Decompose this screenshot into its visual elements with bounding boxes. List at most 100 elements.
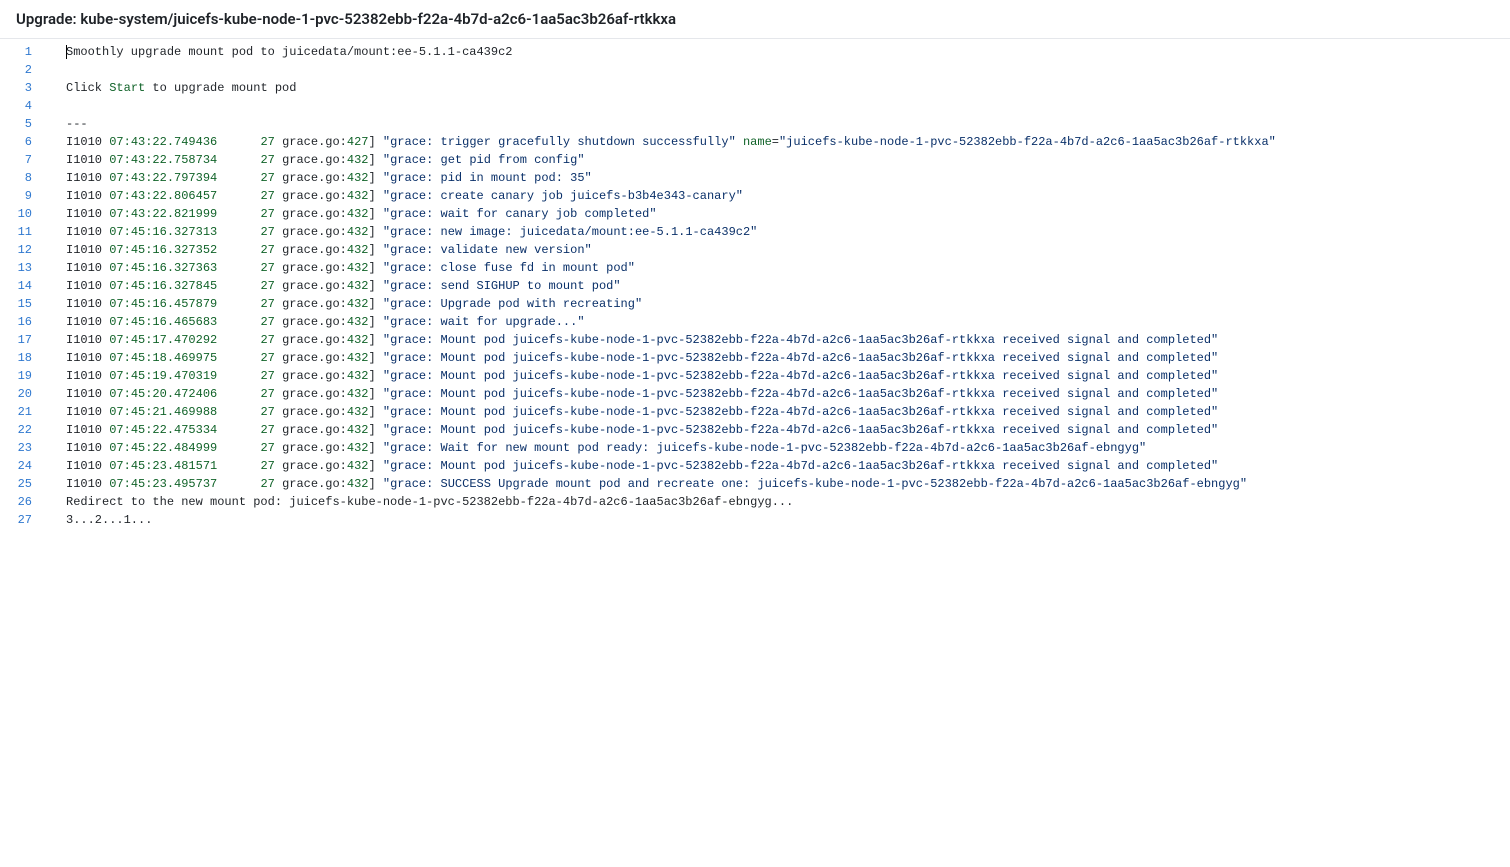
log-token: I1010 — [66, 441, 109, 455]
log-token: "grace: Mount pod juicefs-kube-node-1-pv… — [383, 423, 1218, 437]
line-number: 13 — [0, 259, 46, 277]
log-token: "grace: Mount pod juicefs-kube-node-1-pv… — [383, 351, 1218, 365]
log-token: 07:43:22.797394 — [109, 171, 217, 185]
log-token: 432 — [347, 297, 369, 311]
log-token: 432 — [347, 387, 369, 401]
log-token: ] — [369, 477, 383, 491]
log-line: I1010 07:45:19.470319 27 grace.go:432] "… — [66, 367, 1510, 385]
log-token: 07:43:22.806457 — [109, 189, 217, 203]
log-token: grace.go: — [275, 315, 347, 329]
log-token: ] — [369, 171, 383, 185]
log-token — [217, 387, 260, 401]
log-line: I1010 07:45:16.327313 27 grace.go:432] "… — [66, 223, 1510, 241]
line-number: 4 — [0, 97, 46, 115]
log-token: "grace: close fuse fd in mount pod" — [383, 261, 635, 275]
log-token — [217, 279, 260, 293]
log-token: grace.go: — [275, 333, 347, 347]
line-number: 11 — [0, 223, 46, 241]
log-token: 432 — [347, 459, 369, 473]
log-token: I1010 — [66, 351, 109, 365]
log-line: I1010 07:43:22.821999 27 grace.go:432] "… — [66, 205, 1510, 223]
log-token: I1010 — [66, 405, 109, 419]
log-token: ] — [369, 351, 383, 365]
log-token: 27 — [260, 423, 274, 437]
line-number: 3 — [0, 79, 46, 97]
log-token: 432 — [347, 423, 369, 437]
log-token: 27 — [260, 225, 274, 239]
log-token: 27 — [260, 459, 274, 473]
log-token: ] — [369, 153, 383, 167]
log-token: I1010 — [66, 459, 109, 473]
log-token: grace.go: — [275, 423, 347, 437]
log-line: Smoothly upgrade mount pod to juicedata/… — [66, 43, 1510, 61]
log-token: 432 — [347, 441, 369, 455]
log-token — [217, 423, 260, 437]
log-lines: Smoothly upgrade mount pod to juicedata/… — [46, 39, 1510, 533]
log-token: 27 — [260, 171, 274, 185]
line-number-gutter: 1234567891011121314151617181920212223242… — [0, 39, 46, 533]
log-token: "grace: Mount pod juicefs-kube-node-1-pv… — [383, 369, 1218, 383]
line-number: 14 — [0, 277, 46, 295]
log-token: 27 — [260, 333, 274, 347]
log-token — [217, 297, 260, 311]
log-token: 27 — [260, 279, 274, 293]
log-token: 27 — [260, 369, 274, 383]
log-line: I1010 07:43:22.749436 27 grace.go:427] "… — [66, 133, 1510, 151]
log-line: I1010 07:43:22.806457 27 grace.go:432] "… — [66, 187, 1510, 205]
log-token — [217, 351, 260, 365]
log-line: I1010 07:45:18.469975 27 grace.go:432] "… — [66, 349, 1510, 367]
log-token: "grace: get pid from config" — [383, 153, 585, 167]
log-line: I1010 07:45:16.457879 27 grace.go:432] "… — [66, 295, 1510, 313]
log-token: grace.go: — [275, 387, 347, 401]
log-token: "grace: Mount pod juicefs-kube-node-1-pv… — [383, 333, 1218, 347]
log-token: 27 — [260, 189, 274, 203]
log-token: 07:45:20.472406 — [109, 387, 217, 401]
log-token — [217, 225, 260, 239]
log-token: 432 — [347, 153, 369, 167]
log-token: 432 — [347, 405, 369, 419]
log-line: I1010 07:45:20.472406 27 grace.go:432] "… — [66, 385, 1510, 403]
log-editor[interactable]: 1234567891011121314151617181920212223242… — [0, 39, 1510, 533]
log-token: ] — [369, 279, 383, 293]
log-line: I1010 07:45:23.481571 27 grace.go:432] "… — [66, 457, 1510, 475]
log-token: grace.go: — [275, 351, 347, 365]
line-number: 19 — [0, 367, 46, 385]
log-token: I1010 — [66, 135, 109, 149]
log-token — [217, 369, 260, 383]
log-token: 432 — [347, 225, 369, 239]
log-line: I1010 07:45:21.469988 27 grace.go:432] "… — [66, 403, 1510, 421]
log-token: "grace: Mount pod juicefs-kube-node-1-pv… — [383, 405, 1218, 419]
log-token: ] — [369, 207, 383, 221]
log-token: I1010 — [66, 171, 109, 185]
log-token: "grace: create canary job juicefs-b3b4e3… — [383, 189, 743, 203]
line-number: 21 — [0, 403, 46, 421]
line-number: 12 — [0, 241, 46, 259]
line-number: 5 — [0, 115, 46, 133]
log-token: 27 — [260, 297, 274, 311]
log-token: 432 — [347, 189, 369, 203]
log-token: 27 — [260, 405, 274, 419]
log-token: "grace: pid in mount pod: 35" — [383, 171, 592, 185]
log-token: ] — [369, 405, 383, 419]
log-line — [66, 97, 1510, 115]
log-token: ] — [369, 135, 383, 149]
log-token: 07:45:16.327313 — [109, 225, 217, 239]
log-token: grace.go: — [275, 279, 347, 293]
line-number: 2 — [0, 61, 46, 79]
line-number: 26 — [0, 493, 46, 511]
log-token: 432 — [347, 369, 369, 383]
log-token: I1010 — [66, 477, 109, 491]
log-token: I1010 — [66, 225, 109, 239]
log-token: 27 — [260, 441, 274, 455]
log-token: 07:45:16.327845 — [109, 279, 217, 293]
log-token: grace.go: — [275, 153, 347, 167]
log-token — [217, 477, 260, 491]
log-token: grace.go: — [275, 171, 347, 185]
log-token: 27 — [260, 153, 274, 167]
line-number: 1 — [0, 43, 46, 61]
log-token: grace.go: — [275, 477, 347, 491]
log-token: 27 — [260, 315, 274, 329]
log-token: I1010 — [66, 279, 109, 293]
log-token: 07:45:23.495737 — [109, 477, 217, 491]
log-line: Click Start to upgrade mount pod — [66, 79, 1510, 97]
